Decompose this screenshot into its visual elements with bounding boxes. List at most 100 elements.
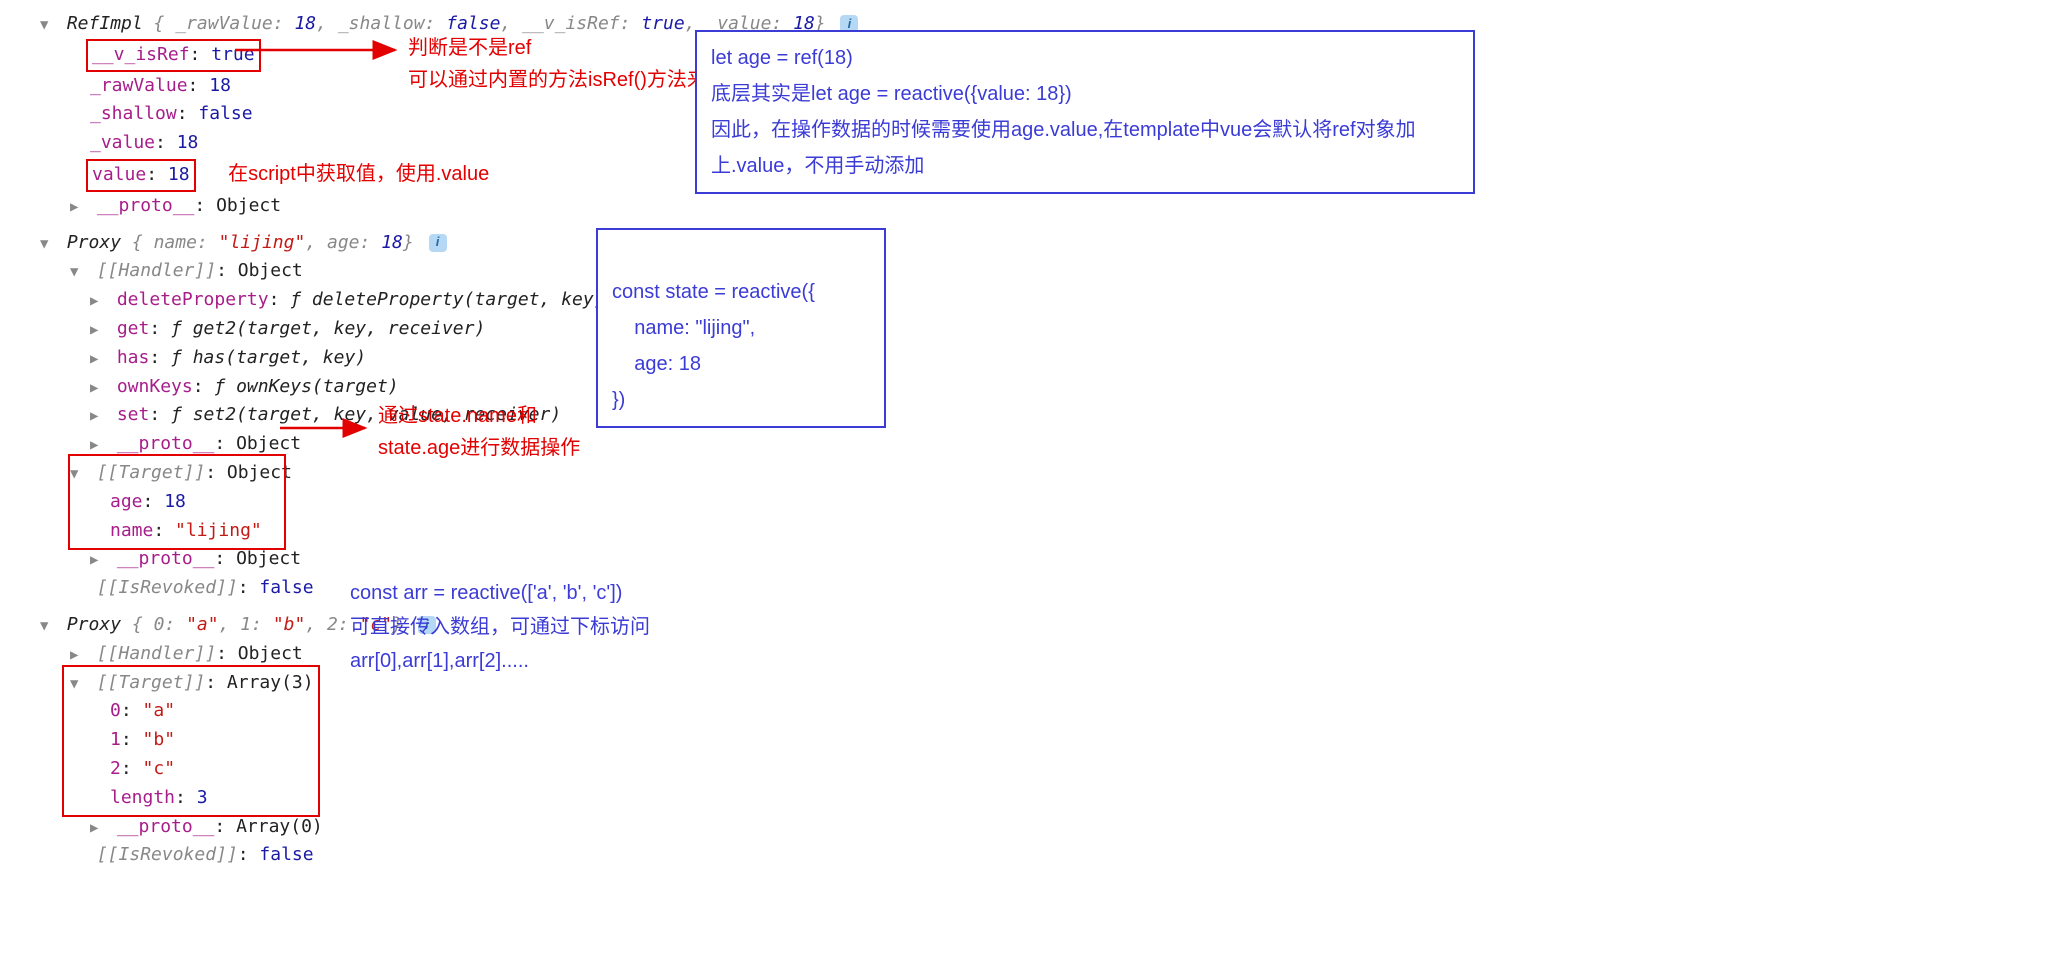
triangle-down-icon[interactable]: [70, 463, 82, 485]
triangle-down-icon[interactable]: [70, 261, 82, 283]
triangle-right-icon[interactable]: [90, 549, 102, 571]
array-handler-row[interactable]: [[Handler]]: Object: [20, 640, 2050, 669]
handler-has[interactable]: has: ƒ has(target, key): [20, 344, 2050, 373]
handler-delete[interactable]: deleteProperty: ƒ deleteProperty(target,…: [20, 286, 2050, 315]
hdr-val: false: [446, 13, 500, 34]
target-age[interactable]: age: 18: [20, 488, 262, 517]
hdr-key: name: [154, 232, 197, 253]
prop-key: 2: [110, 758, 121, 779]
prop-val: ƒ has(target, key): [171, 347, 366, 368]
target-row[interactable]: [[Target]]: Object: [20, 459, 2050, 488]
annotation-target: 通过state.name和 state.age进行数据操作: [378, 400, 580, 464]
triangle-right-icon[interactable]: [90, 377, 102, 399]
prop-val: "a": [143, 700, 176, 721]
array-item-1[interactable]: 1: "b": [20, 726, 314, 755]
code-ref-explain: let age = ref(18) 底层其实是let age = reactiv…: [695, 30, 1475, 194]
prop-key: __proto__: [117, 433, 215, 454]
class-name: Proxy: [67, 232, 121, 253]
internal-label: [[Target]]: [97, 462, 205, 483]
prop-key: _rawValue: [90, 75, 188, 96]
hdr-val: "a": [186, 614, 219, 635]
prop-val: 18: [209, 75, 231, 96]
internal-label: [[Target]]: [97, 672, 205, 693]
array-item-2[interactable]: 2: "c": [20, 755, 314, 784]
internal-val: false: [259, 577, 313, 598]
triangle-right-icon[interactable]: [70, 644, 82, 666]
handler-proto[interactable]: __proto__: Object: [20, 430, 2050, 459]
proxy-array-header[interactable]: Proxy { 0: "a", 1: "b", 2: "c"} i: [20, 611, 2050, 640]
handler-row[interactable]: [[Handler]]: Object: [20, 257, 2050, 286]
internal-val: Object: [238, 643, 303, 664]
code-reactive-obj: const state = reactive({ name: "lijing",…: [596, 228, 886, 428]
internal-label: [[Handler]]: [97, 643, 216, 664]
prop-proto[interactable]: __proto__: Object: [20, 192, 2050, 221]
array-item-0[interactable]: 0: "a": [20, 697, 314, 726]
prop-key: __proto__: [117, 816, 215, 837]
internal-label: [[IsRevoked]]: [97, 844, 238, 865]
triangle-right-icon[interactable]: [90, 348, 102, 370]
hdr-key: 1: [240, 614, 251, 635]
prop-val: 18: [164, 491, 186, 512]
triangle-right-icon[interactable]: [90, 319, 102, 341]
info-icon[interactable]: i: [429, 234, 447, 252]
handler-ownkeys[interactable]: ownKeys: ƒ ownKeys(target): [20, 373, 2050, 402]
triangle-right-icon[interactable]: [90, 817, 102, 839]
internal-val: false: [259, 844, 313, 865]
class-name: RefImpl: [67, 13, 143, 34]
triangle-down-icon[interactable]: [70, 673, 82, 695]
array-proto[interactable]: __proto__: Array(0): [20, 813, 2050, 842]
prop-val: Object: [236, 548, 301, 569]
prop-val: 3: [197, 787, 208, 808]
hdr-val: "lijing": [219, 232, 306, 253]
prop-key: set: [117, 404, 150, 425]
array-isrevoked[interactable]: [[IsRevoked]]: false: [20, 841, 2050, 870]
triangle-down-icon[interactable]: [40, 233, 52, 255]
prop-key: length: [110, 787, 175, 808]
prop-val: 18: [168, 164, 190, 185]
prop-key: name: [110, 520, 153, 541]
target-name[interactable]: name: "lijing": [20, 517, 262, 546]
triangle-down-icon[interactable]: [40, 14, 52, 36]
prop-key: __proto__: [97, 195, 195, 216]
triangle-right-icon[interactable]: [90, 434, 102, 456]
prop-val: ƒ get2(target, key, receiver): [171, 318, 485, 339]
prop-val: ƒ ownKeys(target): [214, 376, 398, 397]
prop-val: Array(0): [236, 816, 323, 837]
prop-key: value: [92, 164, 146, 185]
handler-set[interactable]: set: ƒ set2(target, key, value, receiver…: [20, 401, 2050, 430]
hdr-key: _shallow: [338, 13, 425, 34]
internal-label: [[IsRevoked]]: [97, 577, 238, 598]
array-length[interactable]: length: 3: [20, 784, 314, 813]
prop-key: has: [117, 347, 150, 368]
hdr-val: 18: [381, 232, 403, 253]
internal-val: Array(3): [227, 672, 314, 693]
prop-key: __v_isRef: [92, 44, 190, 65]
proxy-header[interactable]: Proxy { name: "lijing", age: 18} i: [20, 229, 2050, 258]
handler-get[interactable]: get: ƒ get2(target, key, receiver): [20, 315, 2050, 344]
prop-val: 18: [177, 132, 199, 153]
prop-val: ƒ deleteProperty(target, key): [290, 289, 604, 310]
prop-key: get: [117, 318, 150, 339]
annotation-value: 在script中获取值，使用.value: [228, 163, 489, 185]
array-target-row[interactable]: [[Target]]: Array(3): [20, 669, 314, 698]
prop-val: false: [198, 103, 252, 124]
target-proto[interactable]: __proto__: Object: [20, 545, 2050, 574]
hdr-key: __v_isRef: [522, 13, 620, 34]
class-name: Proxy: [67, 614, 121, 635]
prop-key: 1: [110, 729, 121, 750]
prop-key: deleteProperty: [117, 289, 269, 310]
annotation-array: const arr = reactive(['a', 'b', 'c']) 可直…: [350, 576, 650, 678]
prop-val: "lijing": [175, 520, 262, 541]
prop-key: _value: [90, 132, 155, 153]
triangle-right-icon[interactable]: [70, 196, 82, 218]
hdr-key: 0: [154, 614, 165, 635]
prop-val: "c": [143, 758, 176, 779]
isrevoked-row[interactable]: [[IsRevoked]]: false: [20, 574, 2050, 603]
hdr-key: _rawValue: [175, 13, 273, 34]
triangle-right-icon[interactable]: [90, 405, 102, 427]
triangle-right-icon[interactable]: [90, 290, 102, 312]
hdr-val: true: [641, 13, 684, 34]
hdr-val: 18: [294, 13, 316, 34]
prop-key: _shallow: [90, 103, 177, 124]
triangle-down-icon[interactable]: [40, 615, 52, 637]
